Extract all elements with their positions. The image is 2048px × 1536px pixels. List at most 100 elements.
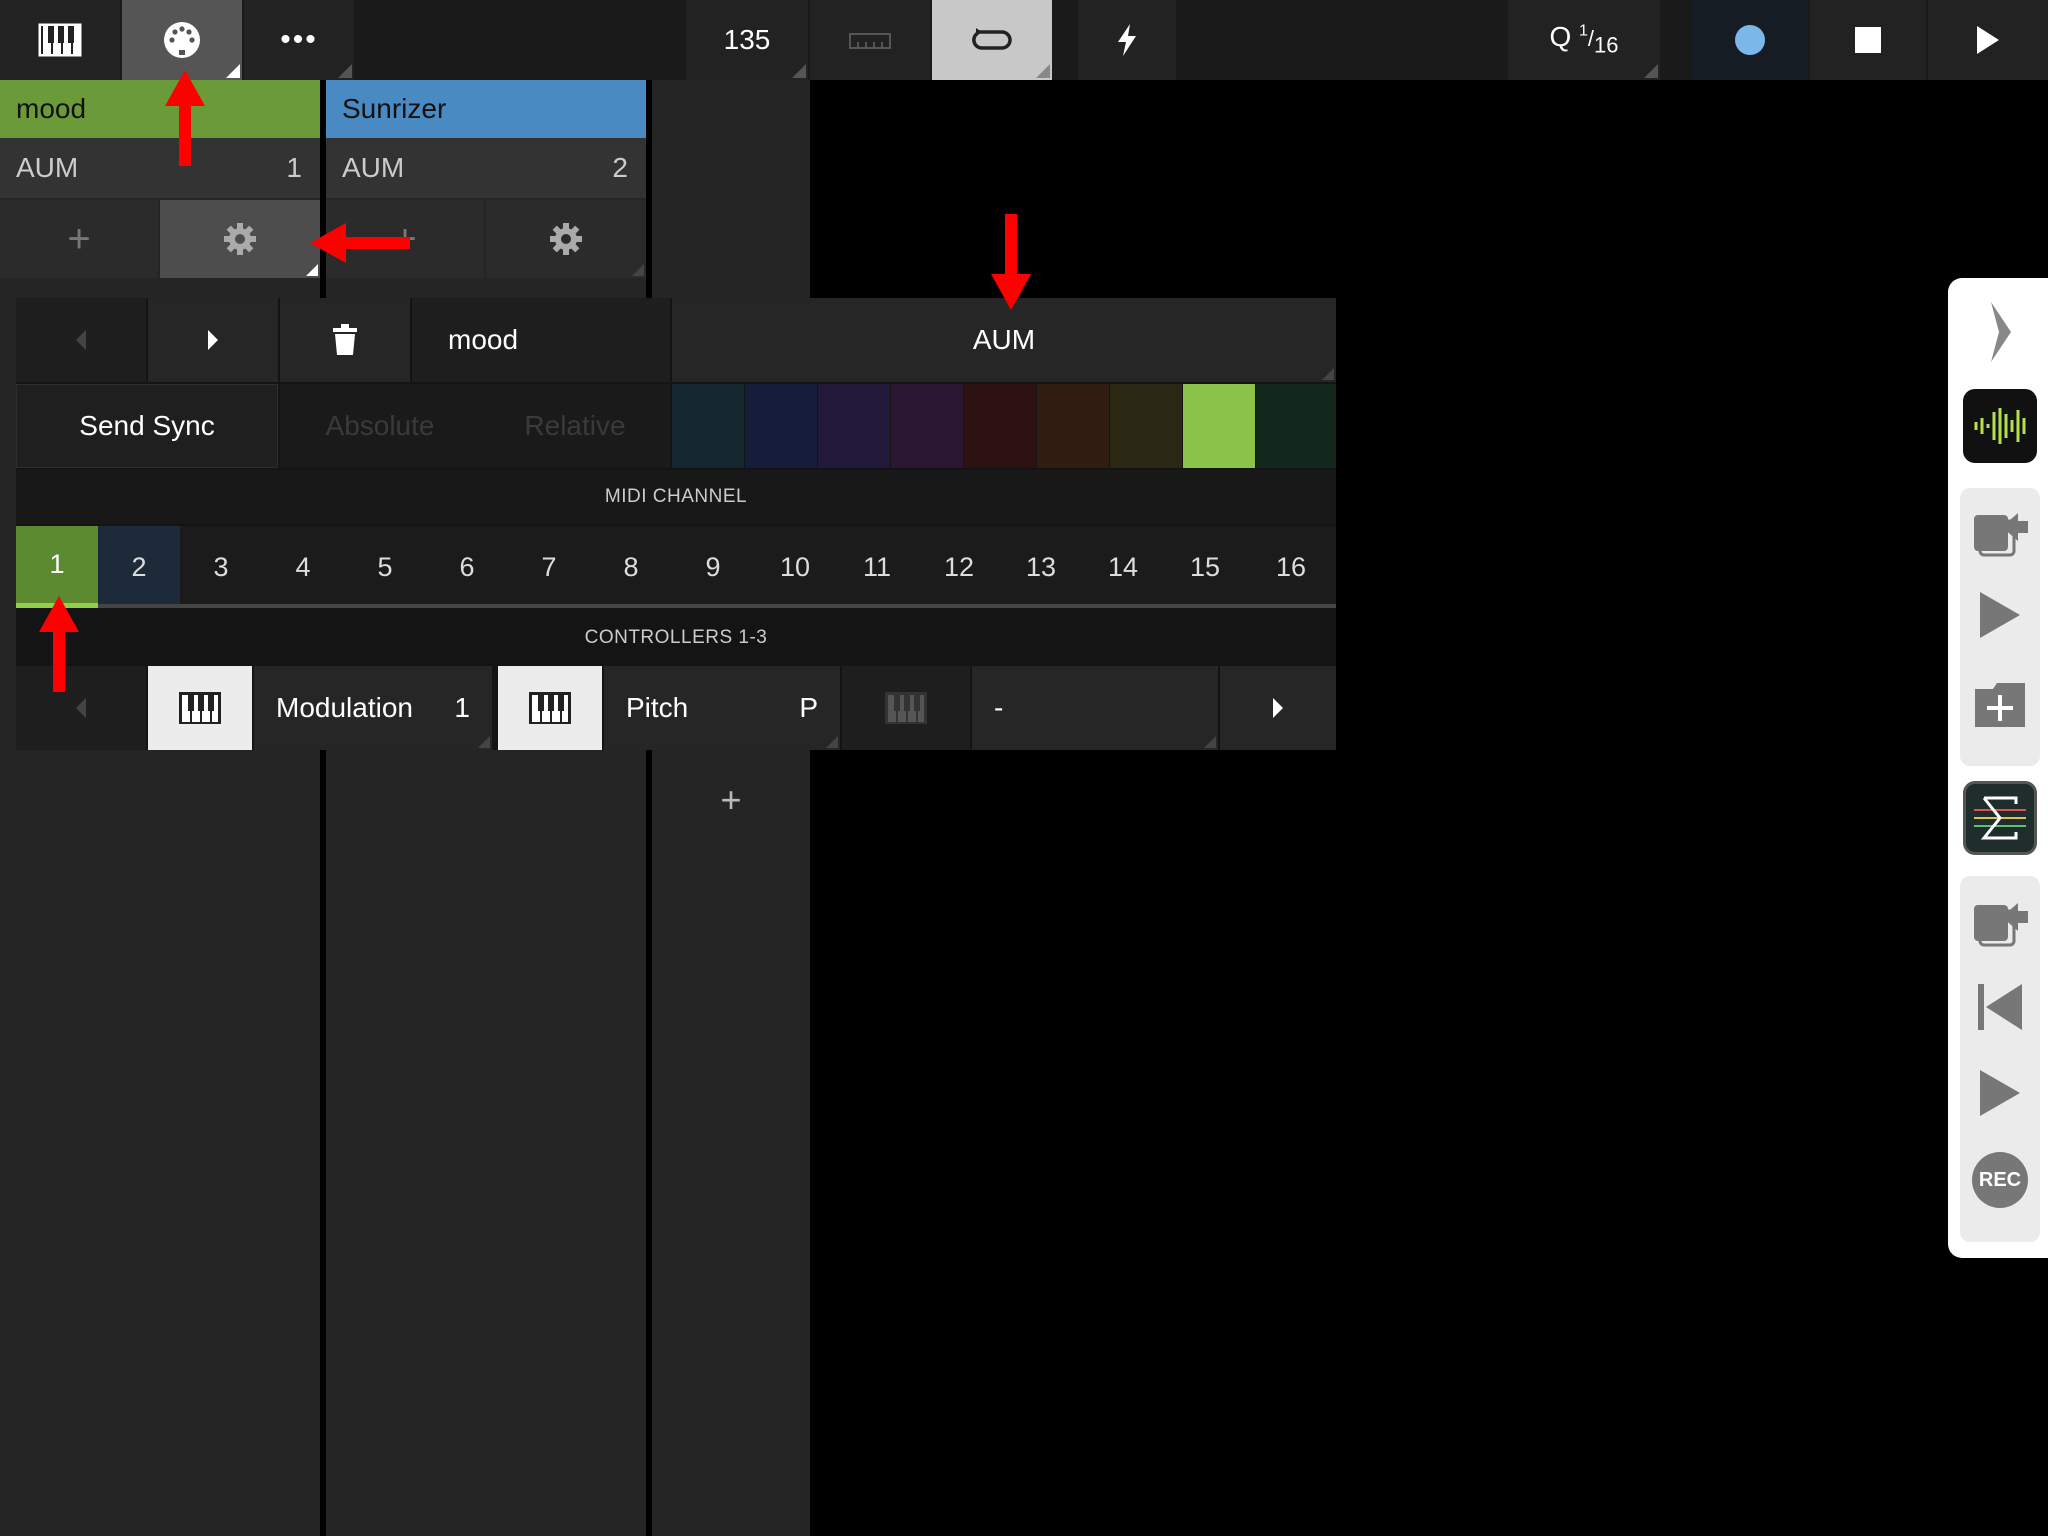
dock-play-button-2[interactable] [1960,1058,2040,1128]
channel-13[interactable]: 13 [1000,526,1082,608]
plus-icon: + [67,216,91,261]
annotation-arrow-up-channel [39,596,79,692]
lightning-icon [1118,24,1136,56]
toolbar-spacer-3 [1178,0,1506,80]
dock-export-button-2[interactable] [1960,886,2040,956]
quantize-button[interactable]: Q 1/16 [1508,0,1660,80]
dock-skip-back-button[interactable] [1960,972,2040,1042]
gear-icon [224,223,256,255]
color-swatch[interactable] [745,384,817,468]
chevron-left-icon [76,330,86,350]
chevron-left-icon [76,698,86,718]
channel-4[interactable]: 4 [262,526,344,608]
color-swatch[interactable] [1110,384,1182,468]
tempo-value: 135 [723,24,771,55]
add-track-button[interactable]: + [652,770,810,830]
dock-group-2: REC [1960,876,2040,1242]
controller-2-name: Pitch [626,692,689,723]
channel-7[interactable]: 7 [508,526,590,608]
quick-action-button[interactable] [1078,0,1176,80]
dock-add-folder-button[interactable] [1960,668,2040,742]
color-swatch[interactable] [1037,384,1109,468]
color-swatch[interactable] [1256,384,1336,468]
channel-6[interactable]: 6 [426,526,508,608]
track-name[interactable]: Sunrizer [326,80,646,138]
controller-1-learn-button[interactable] [148,666,252,750]
record-button[interactable] [1692,0,1808,80]
loop-button[interactable] [932,0,1052,80]
channel-3[interactable]: 3 [180,526,262,608]
delete-track-button[interactable] [280,298,410,382]
channel-16[interactable]: 16 [1246,526,1336,608]
dock-play-button[interactable] [1960,580,2040,650]
color-swatch[interactable] [964,384,1036,468]
annotation-arrow-up-midi [165,70,205,166]
dock-export-button[interactable] [1960,496,2040,566]
midi-connector-icon [164,22,200,58]
track-number: 1 [286,152,302,183]
audio-app-icon[interactable] [1960,388,2040,464]
controller-2-selector[interactable]: Pitch P [604,666,840,750]
controller-2-learn-button[interactable] [498,666,602,750]
absolute-button[interactable]: Absolute [280,384,480,468]
channel-11[interactable]: 11 [836,526,918,608]
annotation-arrow-left-settings [310,223,410,263]
track-settings-button[interactable] [160,200,320,278]
track-name-field[interactable]: mood [412,298,670,382]
track-settings-panel: mood AUM Send Sync Absolute Relative MID… [16,298,1336,750]
controller-3-name: - [994,692,1004,723]
annotation-arrow-down-destination [991,214,1031,310]
keyboard-button[interactable] [0,0,120,80]
chevron-right-icon [1991,302,2011,362]
controller-2-value: P [799,692,818,723]
controller-3-selector[interactable]: - [972,666,1218,750]
channel-15[interactable]: 15 [1164,526,1246,608]
toolbar-spacer-2 [1054,0,1076,80]
channel-12[interactable]: 12 [918,526,1000,608]
dock-record-button[interactable]: REC [1960,1142,2040,1218]
export-icon [1974,513,2028,557]
quantize-label: Q 1/16 [1549,21,1619,58]
next-controllers-button[interactable] [1220,666,1336,750]
play-button[interactable] [1928,0,2048,80]
waveform-icon [1974,408,2026,444]
next-track-button[interactable] [148,298,278,382]
relative-button[interactable]: Relative [480,384,670,468]
track-settings-button[interactable] [486,200,646,278]
loop-icon [972,28,1012,50]
color-swatch[interactable] [891,384,963,468]
track-host[interactable]: AUM 2 [326,138,646,198]
tempo-display[interactable]: 135 [686,0,808,80]
stop-button[interactable] [1810,0,1926,80]
controller-1-value: 1 [454,692,470,723]
channel-5[interactable]: 5 [344,526,426,608]
controller-1-name: Modulation [276,692,413,723]
track-number: 2 [612,152,628,183]
app-switcher-dock: REC [1948,278,2048,1258]
metronome-button[interactable] [810,0,930,80]
channel-14[interactable]: 14 [1082,526,1164,608]
controller-1-selector[interactable]: Modulation 1 [254,666,492,750]
color-swatch-selected[interactable] [1183,384,1255,468]
more-button[interactable]: ••• [244,0,354,80]
channel-8[interactable]: 8 [590,526,672,608]
piano-keys-icon [529,692,571,724]
controller-3-learn-button[interactable] [842,666,970,750]
mixer-app-icon[interactable] [1960,780,2040,856]
channel-10[interactable]: 10 [754,526,836,608]
dock-collapse-button[interactable] [1960,292,2040,372]
midi-channel-label: MIDI CHANNEL [16,470,1336,524]
color-swatch[interactable] [672,384,744,468]
track-host-label: AUM [16,152,79,183]
piano-keys-icon [179,692,221,724]
add-button[interactable]: + [0,200,158,278]
folder-plus-icon [1975,683,2025,727]
rec-badge: REC [1972,1152,2028,1208]
color-swatch[interactable] [818,384,890,468]
channel-2[interactable]: 2 [98,526,180,608]
send-sync-button[interactable]: Send Sync [16,384,278,468]
channel-9[interactable]: 9 [672,526,754,608]
ruler-icon [849,33,891,49]
prev-track-button[interactable] [16,298,146,382]
play-icon [1980,1070,2020,1116]
